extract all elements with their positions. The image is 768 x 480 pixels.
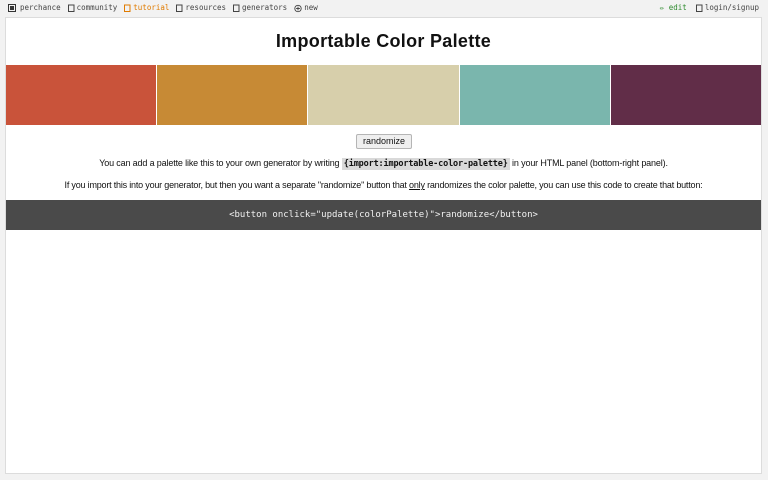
- button-instructions-start: If you import this into your generator, …: [64, 180, 410, 190]
- code-snippet-block: <button onclick="update(colorPalette)">r…: [6, 200, 761, 230]
- color-swatch-3: [308, 65, 460, 125]
- page-title: Importable Color Palette: [275, 31, 492, 51]
- nav-brand-label: perchance: [20, 3, 61, 12]
- nav-brand-link[interactable]: perchance: [8, 2, 61, 14]
- color-swatch-2: [157, 65, 309, 125]
- user-icon: [695, 4, 703, 12]
- generator-output-panel: Importable Color Palette randomize You c…: [5, 17, 762, 474]
- import-code-inline: {import:importable-color-palette}: [341, 158, 510, 170]
- nav-item-label: tutorial: [133, 3, 170, 12]
- nav-item-label: community: [76, 3, 118, 12]
- nav-item-new[interactable]: new: [294, 2, 318, 14]
- nav-left: perchance community tutorial resources g…: [8, 2, 325, 14]
- color-swatch-5: [610, 65, 762, 125]
- edit-link[interactable]: ✏ edit: [660, 2, 687, 14]
- nav-item-label: new: [304, 3, 318, 12]
- nav-item-tutorial[interactable]: tutorial: [124, 2, 169, 14]
- book-icon: [124, 4, 131, 12]
- dice-icon: [8, 4, 16, 12]
- only-emphasis: only: [409, 180, 425, 190]
- login-signup-link[interactable]: login/signup: [695, 2, 759, 14]
- list-icon: [233, 4, 240, 12]
- nav-item-resources[interactable]: resources: [176, 2, 226, 14]
- instructions-text-start: You can add a palette like this to your …: [99, 158, 342, 168]
- login-label: login/signup: [704, 3, 759, 12]
- nav-item-community[interactable]: community: [67, 2, 118, 14]
- color-swatch-1: [6, 65, 158, 125]
- color-swatch-4: [459, 65, 611, 125]
- color-palette: [6, 65, 762, 125]
- import-instructions: You can add a palette like this to your …: [6, 158, 761, 170]
- chat-icon: [67, 4, 75, 12]
- button-instructions-end: randomizes the color palette, you can us…: [424, 180, 703, 190]
- folder-icon: [176, 4, 183, 12]
- instructions-text-end: in your HTML panel (bottom-right panel).: [509, 158, 668, 168]
- randomize-button-instructions: If you import this into your generator, …: [6, 180, 761, 190]
- randomize-button[interactable]: randomize: [356, 134, 412, 149]
- top-nav-bar: perchance community tutorial resources g…: [0, 0, 768, 16]
- plus-circle-icon: [294, 4, 302, 12]
- nav-item-label: generators: [242, 3, 288, 12]
- nav-item-generators[interactable]: generators: [233, 2, 287, 14]
- nav-item-label: resources: [185, 3, 227, 12]
- edit-label: ✏ edit: [659, 3, 687, 12]
- nav-right: ✏ edit login/signup: [651, 2, 759, 14]
